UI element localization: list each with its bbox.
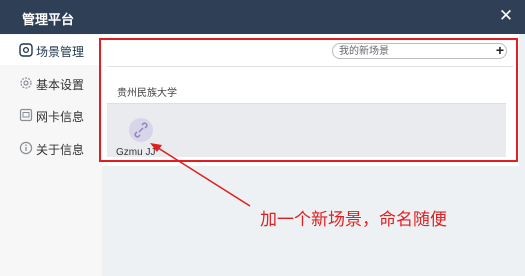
sidebar-item-basic-settings[interactable]: 基本设置 <box>0 68 102 98</box>
sidebar-item-about[interactable]: 关于信息 <box>0 133 102 163</box>
sidebar: 场景管理 基本设置 网卡信息 关于信息 <box>0 34 102 276</box>
title-bar: 管理平台 ✕ <box>0 0 525 34</box>
annotation-text: 加一个新场景，命名随便 <box>260 210 447 229</box>
sidebar-item-network-card[interactable]: 网卡信息 <box>0 100 102 130</box>
close-button[interactable]: ✕ <box>496 5 516 27</box>
window-title: 管理平台 <box>22 12 75 27</box>
network-card-icon <box>19 108 33 122</box>
gear-icon <box>20 77 32 89</box>
scene-icon <box>19 43 33 57</box>
info-icon <box>19 141 33 155</box>
sidebar-item-scene-management[interactable]: 场景管理 <box>0 35 102 65</box>
sidebar-item-label: 场景管理 <box>36 45 85 59</box>
sidebar-item-label: 关于信息 <box>36 143 85 157</box>
sidebar-item-label: 基本设置 <box>36 78 85 92</box>
management-window: 管理平台 ✕ 场景管理 基本设置 网卡信息 关于信息 我的新场景 + 贵州民族大… <box>0 0 525 276</box>
sidebar-item-label: 网卡信息 <box>36 110 85 124</box>
highlight-frame <box>99 38 518 162</box>
